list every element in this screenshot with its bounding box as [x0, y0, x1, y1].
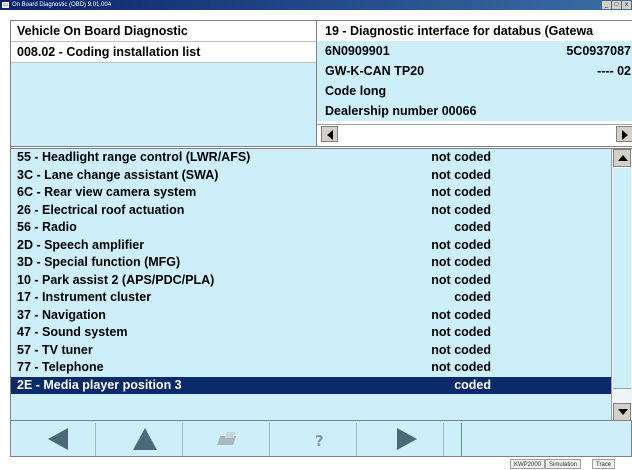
list-item[interactable]: 17 - Instrument cluster coded — [11, 289, 611, 307]
scroll-down-button[interactable] — [613, 403, 631, 421]
list-item-status: not coded — [431, 272, 491, 287]
list-item-status: not coded — [431, 325, 491, 339]
scroll-right-button[interactable] — [616, 126, 632, 142]
module-name: 19 - Diagnostic interface for databus (G… — [317, 21, 632, 41]
status-trace: Trace — [592, 459, 616, 469]
list-item-status: not coded — [431, 342, 491, 357]
list-item[interactable]: 37 - Navigation not coded — [11, 307, 611, 325]
list-item-label: 57 - TV tuner — [17, 342, 93, 357]
list-item[interactable]: 55 - Headlight range control (LWR/AFS) no… — [11, 149, 611, 167]
back-icon — [48, 428, 68, 450]
horizontal-scrollbar[interactable] — [317, 124, 632, 143]
maximize-icon[interactable]: □ — [612, 1, 621, 9]
list-item-label: 3D - Special function (MFG) — [17, 255, 181, 269]
window-title: On Board Diagnostic (OBD) 9.01.004 — [12, 2, 112, 8]
home-icon — [133, 428, 157, 450]
coding-list: 55 - Headlight range control (LWR/AFS) no… — [11, 149, 611, 421]
list-item-label: 6C - Rear view camera system — [17, 185, 197, 199]
list-item[interactable]: 26 - Electrical roof actuation not coded — [11, 202, 611, 220]
vertical-scrollbar[interactable] — [611, 149, 632, 421]
list-item[interactable]: 2E - Media player position 3 coded — [11, 376, 611, 394]
list-item-label: 47 - Sound system — [17, 325, 128, 339]
list-item-status: coded — [454, 377, 491, 392]
help-button[interactable]: ? — [282, 423, 357, 456]
list-item-label: 2D - Speech amplifier — [17, 237, 145, 252]
list-item[interactable]: 47 - Sound system not coded — [11, 324, 611, 342]
list-item-status: not coded — [431, 360, 491, 374]
list-item-label: 2E - Media player position 3 — [17, 377, 182, 392]
part-number-row: 6N0909901 5C0937087 — [317, 41, 632, 61]
component-row: GW-K-CAN TP20 ---- 02 — [317, 61, 632, 81]
list-item-label: 77 - Telephone — [17, 360, 104, 374]
list-item-status: coded — [454, 290, 491, 304]
bottom-toolbar: ? — [10, 420, 632, 457]
window-titlebar: On Board Diagnostic (OBD) 9.01.004 _ □ x — [0, 0, 632, 10]
component: GW-K-CAN TP20 — [325, 64, 425, 78]
coding-type: Code long — [317, 81, 632, 101]
header-left-panel: Vehicle On Board Diagnostic 008.02 - Cod… — [11, 21, 317, 146]
list-item-label: 17 - Instrument cluster — [17, 290, 152, 304]
app-icon — [2, 2, 9, 8]
list-item-label: 26 - Electrical roof actuation — [17, 202, 185, 217]
help-icon: ? — [315, 432, 324, 450]
list-item[interactable]: 57 - TV tuner not coded — [11, 342, 611, 360]
minimize-icon[interactable]: _ — [602, 1, 611, 9]
print-button[interactable] — [195, 423, 270, 456]
list-item-status: not coded — [431, 202, 491, 217]
main-frame: Vehicle On Board Diagnostic 008.02 - Cod… — [10, 20, 632, 428]
arrow-down-icon — [618, 409, 628, 415]
list-item-status: coded — [454, 220, 491, 234]
dealer-number: Dealership number 00066 — [317, 101, 632, 121]
svg-text:?: ? — [315, 432, 324, 450]
scroll-thumb[interactable] — [613, 167, 631, 389]
list-item[interactable]: 77 - Telephone not coded — [11, 359, 611, 377]
list-item-status: not coded — [431, 237, 491, 252]
close-icon[interactable]: x — [622, 1, 631, 9]
home-button[interactable] — [108, 423, 183, 456]
function-title: 008.02 - Coding installation list — [11, 42, 316, 63]
toolbar-status-area — [461, 423, 631, 456]
forward-icon — [397, 428, 417, 450]
print-icon — [216, 432, 237, 445]
status-protocol: KWP2000 — [510, 459, 546, 469]
list-item-label: 56 - Radio — [17, 220, 77, 234]
part-number-right: 5C0937087 — [566, 44, 631, 58]
arrow-left-icon — [327, 130, 333, 140]
part-number: 6N0909901 — [325, 44, 390, 58]
list-item-label: 55 - Headlight range control (LWR/AFS) — [17, 150, 251, 164]
list-item-label: 10 - Park assist 2 (APS/PDC/PLA) — [17, 272, 215, 287]
list-item[interactable]: 2D - Speech amplifier not coded — [11, 237, 611, 255]
list-item[interactable]: 56 - Radio coded — [11, 219, 611, 237]
scroll-up-button[interactable] — [613, 149, 631, 167]
arrow-up-icon — [618, 155, 628, 161]
forward-button[interactable] — [369, 423, 444, 456]
arrow-right-icon — [622, 130, 628, 140]
scroll-left-button[interactable] — [321, 126, 338, 142]
status-simulation: Simulation — [545, 459, 582, 469]
list-item[interactable]: 3D - Special function (MFG) not coded — [11, 254, 611, 272]
back-button[interactable] — [21, 423, 96, 456]
list-item-status: not coded — [431, 167, 491, 182]
list-item[interactable]: 10 - Park assist 2 (APS/PDC/PLA) not code… — [11, 272, 611, 290]
window-controls: _ □ x — [602, 1, 631, 9]
list-item[interactable]: 6C - Rear view camera system not coded — [11, 184, 611, 202]
list-item-status: not coded — [431, 185, 491, 199]
app-title: Vehicle On Board Diagnostic — [11, 21, 316, 42]
header-left-fill — [11, 63, 316, 145]
component-right: ---- 02 — [596, 64, 631, 78]
list-item-status: not coded — [431, 307, 491, 322]
list-item-label: 37 - Navigation — [17, 307, 106, 322]
list-item[interactable]: 3C - Lane change assistant (SWA) not code… — [11, 167, 611, 185]
list-item-label: 3C - Lane change assistant (SWA) — [17, 167, 219, 182]
status-bar: KWP2000 Simulation Trace — [0, 458, 632, 470]
list-item-status: not coded — [431, 150, 491, 164]
list-item-status: not coded — [431, 255, 491, 269]
